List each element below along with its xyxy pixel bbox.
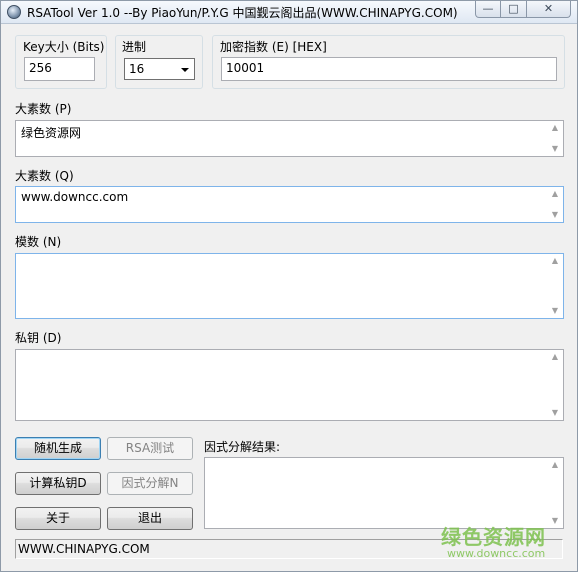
random-generate-button[interactable]: 随机生成: [15, 437, 101, 460]
app-icon[interactable]: [7, 5, 21, 19]
prime-p-scrollbar[interactable]: ▲ ▼: [547, 121, 563, 156]
close-icon: ✕: [543, 2, 554, 15]
scroll-up-icon[interactable]: ▲: [547, 458, 563, 472]
exit-button[interactable]: 退出: [107, 507, 193, 530]
prime-p-label: 大素数 (P): [15, 102, 72, 116]
radix-selected-value: 16: [129, 62, 145, 76]
compute-private-key-button[interactable]: 计算私钥D: [15, 472, 101, 495]
factor-result-textarea[interactable]: ▲ ▼: [204, 457, 564, 529]
exponent-input[interactable]: 10001: [221, 57, 557, 81]
status-bar: WWW.CHINAPYG.COM: [15, 539, 563, 559]
radix-select[interactable]: 16: [124, 58, 195, 80]
radix-label: 进制: [122, 40, 147, 54]
private-key-scrollbar[interactable]: ▲ ▼: [547, 350, 563, 420]
private-key-label: 私钥 (D): [15, 331, 62, 345]
prime-q-label: 大素数 (Q): [15, 169, 74, 183]
prime-p-text: 绿色资源网: [21, 126, 82, 140]
minimize-icon: —: [482, 2, 494, 15]
scroll-down-icon[interactable]: ▼: [547, 514, 563, 528]
minimize-button[interactable]: —: [475, 1, 501, 18]
scroll-down-icon[interactable]: ▼: [547, 304, 563, 318]
title-bar[interactable]: RSATool Ver 1.0 --By PiaoYun/P.Y.G 中国觐云阁…: [1, 1, 577, 24]
scroll-down-icon[interactable]: ▼: [547, 406, 563, 420]
scroll-down-icon[interactable]: ▼: [547, 142, 563, 156]
window-title: RSATool Ver 1.0 --By PiaoYun/P.Y.G 中国觐云阁…: [27, 6, 458, 20]
prime-p-textarea[interactable]: 绿色资源网 ▲ ▼: [15, 120, 564, 157]
maximize-button[interactable]: □: [501, 1, 527, 18]
scroll-up-icon[interactable]: ▲: [547, 350, 563, 364]
about-button[interactable]: 关于: [15, 507, 101, 530]
window-controls: — □ ✕: [475, 1, 571, 19]
private-key-textarea[interactable]: ▲ ▼: [15, 349, 564, 421]
factor-result-scrollbar[interactable]: ▲ ▼: [547, 458, 563, 528]
modulus-scrollbar[interactable]: ▲ ▼: [547, 254, 563, 318]
rsa-test-button[interactable]: RSA测试: [107, 437, 193, 460]
prime-q-textarea[interactable]: www.downcc.com ▲ ▼: [15, 186, 564, 223]
close-button[interactable]: ✕: [527, 1, 571, 18]
prime-q-text: www.downcc.com: [21, 190, 129, 204]
keysize-input[interactable]: 256: [24, 57, 95, 81]
modulus-label: 模数 (N): [15, 235, 62, 249]
scroll-up-icon[interactable]: ▲: [547, 187, 563, 201]
prime-q-scrollbar[interactable]: ▲ ▼: [547, 187, 563, 222]
exponent-label: 加密指数 (E) [HEX]: [220, 40, 327, 54]
scroll-up-icon[interactable]: ▲: [547, 254, 563, 268]
maximize-icon: □: [508, 2, 519, 15]
factor-result-label: 因式分解结果:: [204, 440, 281, 454]
scroll-down-icon[interactable]: ▼: [547, 208, 563, 222]
keysize-label: Key大小 (Bits): [23, 40, 105, 54]
scroll-up-icon[interactable]: ▲: [547, 121, 563, 135]
chevron-down-icon: [181, 68, 189, 72]
app-window: RSATool Ver 1.0 --By PiaoYun/P.Y.G 中国觐云阁…: [0, 0, 578, 572]
factorize-button[interactable]: 因式分解N: [107, 472, 193, 495]
modulus-textarea[interactable]: ▲ ▼: [15, 253, 564, 319]
